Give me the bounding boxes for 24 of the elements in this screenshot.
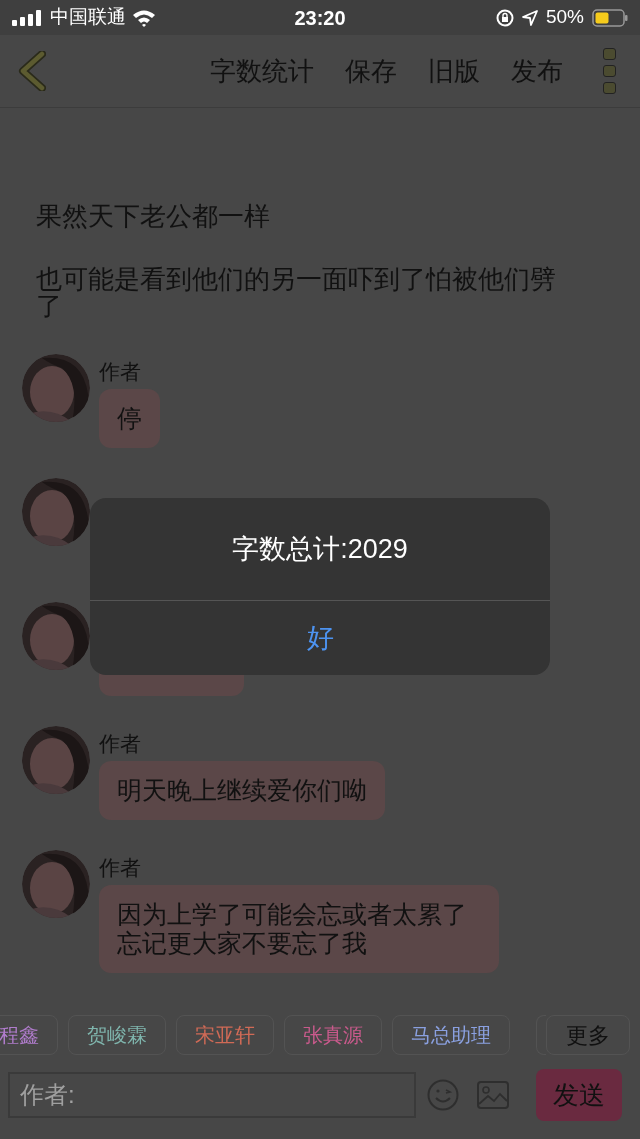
back-button[interactable] [16, 49, 48, 93]
message-bubble: 明天晚上继续爱你们呦 [99, 761, 385, 820]
carrier-name: 中国联通 [50, 5, 126, 30]
name-tag[interactable]: 马总助理 [392, 1015, 510, 1055]
status-time: 23:20 [293, 5, 347, 31]
message-bubble: 停 [99, 389, 160, 448]
ok-button[interactable]: 好 [90, 601, 550, 675]
image-icon[interactable] [477, 1081, 509, 1109]
message-input[interactable]: 作者: [8, 1072, 416, 1118]
rotation-lock-icon [495, 8, 514, 27]
message-bubble: 因为上学了可能会忘或者太累了忘记更大家不要忘了我 [99, 885, 499, 973]
battery-icon [592, 8, 628, 27]
location-arrow-icon [521, 9, 538, 26]
back-chevron-icon [18, 51, 46, 91]
name-tag[interactable]: 贺峻霖 [68, 1015, 166, 1055]
wifi-icon [132, 8, 156, 27]
battery-percent: 50% [545, 5, 584, 30]
emoji-icon[interactable] [427, 1079, 459, 1111]
signal-icon [12, 9, 44, 26]
name-tag[interactable]: 宋亚轩 [176, 1015, 274, 1055]
name-tag[interactable]: 张真源 [284, 1015, 382, 1055]
send-button[interactable]: 发送 [536, 1069, 622, 1121]
menu-button[interactable] [603, 48, 616, 94]
alert-message: 字数总计:2029 [232, 532, 408, 566]
